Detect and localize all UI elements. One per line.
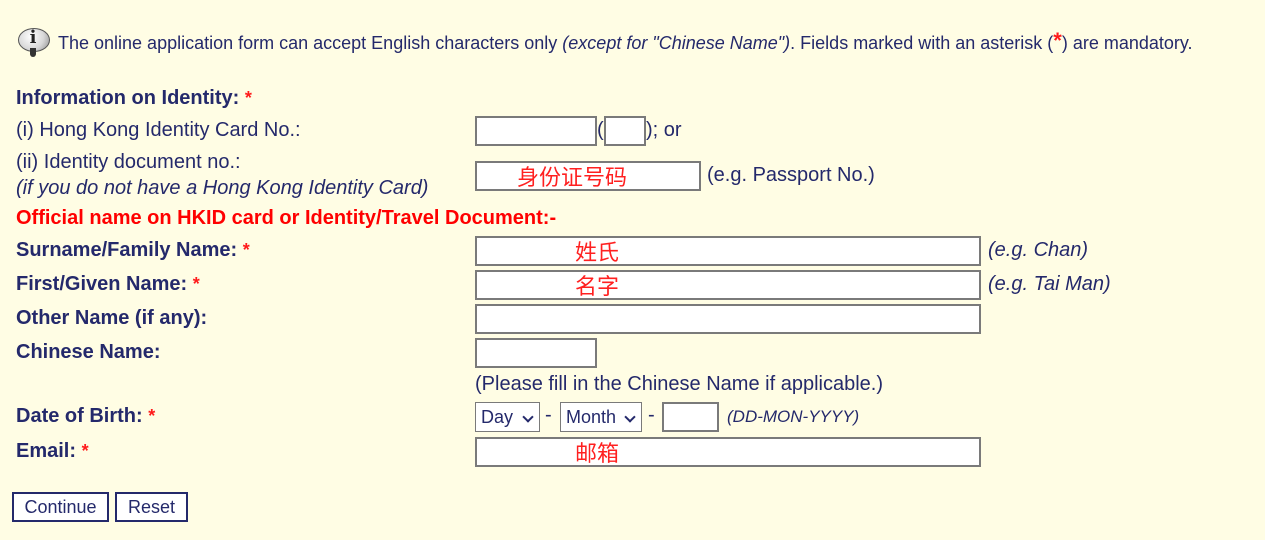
dob-month-select[interactable]: Month <box>560 402 642 432</box>
dob-format-hint: (DD-MON-YYYY) <box>727 407 860 426</box>
surname-hint: (e.g. Chan) <box>988 239 1089 261</box>
info-icon: i <box>16 27 50 58</box>
surname-label-text: Surname/Family Name: <box>16 239 238 261</box>
identity-doc-hint: (e.g. Passport No.) <box>707 164 875 186</box>
other-name-input[interactable] <box>475 304 981 334</box>
identity-heading-text: Information on Identity: <box>16 87 240 109</box>
other-name-label: Other Name (if any): <box>16 307 208 329</box>
identity-doc-label: (ii) Identity document no.: <box>16 151 241 173</box>
dob-separator: - <box>648 404 655 426</box>
given-name-hint: (e.g. Tai Man) <box>988 273 1111 295</box>
dob-label: Date of Birth: * <box>16 405 155 428</box>
email-label: Email: * <box>16 440 89 463</box>
required-asterisk: * <box>244 88 252 108</box>
surname-label: Surname/Family Name: * <box>16 239 250 262</box>
required-asterisk: * <box>148 406 156 426</box>
dob-year-input[interactable] <box>662 402 719 432</box>
required-asterisk: * <box>242 240 250 260</box>
hkid-label: (i) Hong Kong Identity Card No.: <box>16 119 301 141</box>
email-overlay: 邮箱 <box>575 441 620 466</box>
surname-input[interactable]: 姓氏 <box>475 236 981 266</box>
identity-doc-sublabel: (if you do not have a Hong Kong Identity… <box>16 177 429 199</box>
hkid-check-digit-input[interactable] <box>604 116 646 146</box>
form-notice: i The online application form can accept… <box>16 27 1193 58</box>
identity-doc-input[interactable]: 身份证号码 <box>475 161 701 191</box>
dob-month-value: Month <box>566 406 617 427</box>
official-name-heading: Official name on HKID card or Identity/T… <box>16 207 557 229</box>
notice-text-before: The online application form can accept E… <box>58 32 558 53</box>
chinese-name-note: (Please fill in the Chinese Name if appl… <box>475 373 883 395</box>
email-input[interactable]: 邮箱 <box>475 437 981 467</box>
given-name-overlay: 名字 <box>575 274 620 299</box>
identity-heading: Information on Identity: * <box>16 87 252 110</box>
dob-day-select[interactable]: Day <box>475 402 540 432</box>
notice-text-after-2: ) are mandatory. <box>1061 32 1193 53</box>
surname-overlay: 姓氏 <box>575 240 620 265</box>
hkid-paren-close: ); or <box>646 119 682 141</box>
required-asterisk: * <box>81 441 89 461</box>
chevron-down-icon <box>624 411 636 423</box>
identity-doc-overlay: 身份证号码 <box>517 165 628 190</box>
continue-button[interactable]: Continue <box>12 492 109 522</box>
email-label-text: Email: <box>16 440 77 462</box>
hkid-paren-open: ( <box>597 119 604 141</box>
notice-text-after-1: . Fields marked with an asterisk ( <box>790 32 1054 53</box>
asterisk-icon: * <box>1053 28 1062 53</box>
required-asterisk: * <box>192 274 200 294</box>
chevron-down-icon <box>522 411 534 423</box>
reset-button[interactable]: Reset <box>115 492 188 522</box>
dob-day-value: Day <box>481 406 514 427</box>
hkid-number-input[interactable] <box>475 116 597 146</box>
dob-separator: - <box>545 404 552 426</box>
given-name-label: First/Given Name: * <box>16 273 200 296</box>
chinese-name-label: Chinese Name: <box>16 341 161 363</box>
chinese-name-input[interactable] <box>475 338 597 368</box>
dob-label-text: Date of Birth: <box>16 405 143 427</box>
given-name-input[interactable]: 名字 <box>475 270 981 300</box>
given-name-label-text: First/Given Name: <box>16 273 188 295</box>
notice-text-italic: (except for "Chinese Name") <box>562 32 791 53</box>
